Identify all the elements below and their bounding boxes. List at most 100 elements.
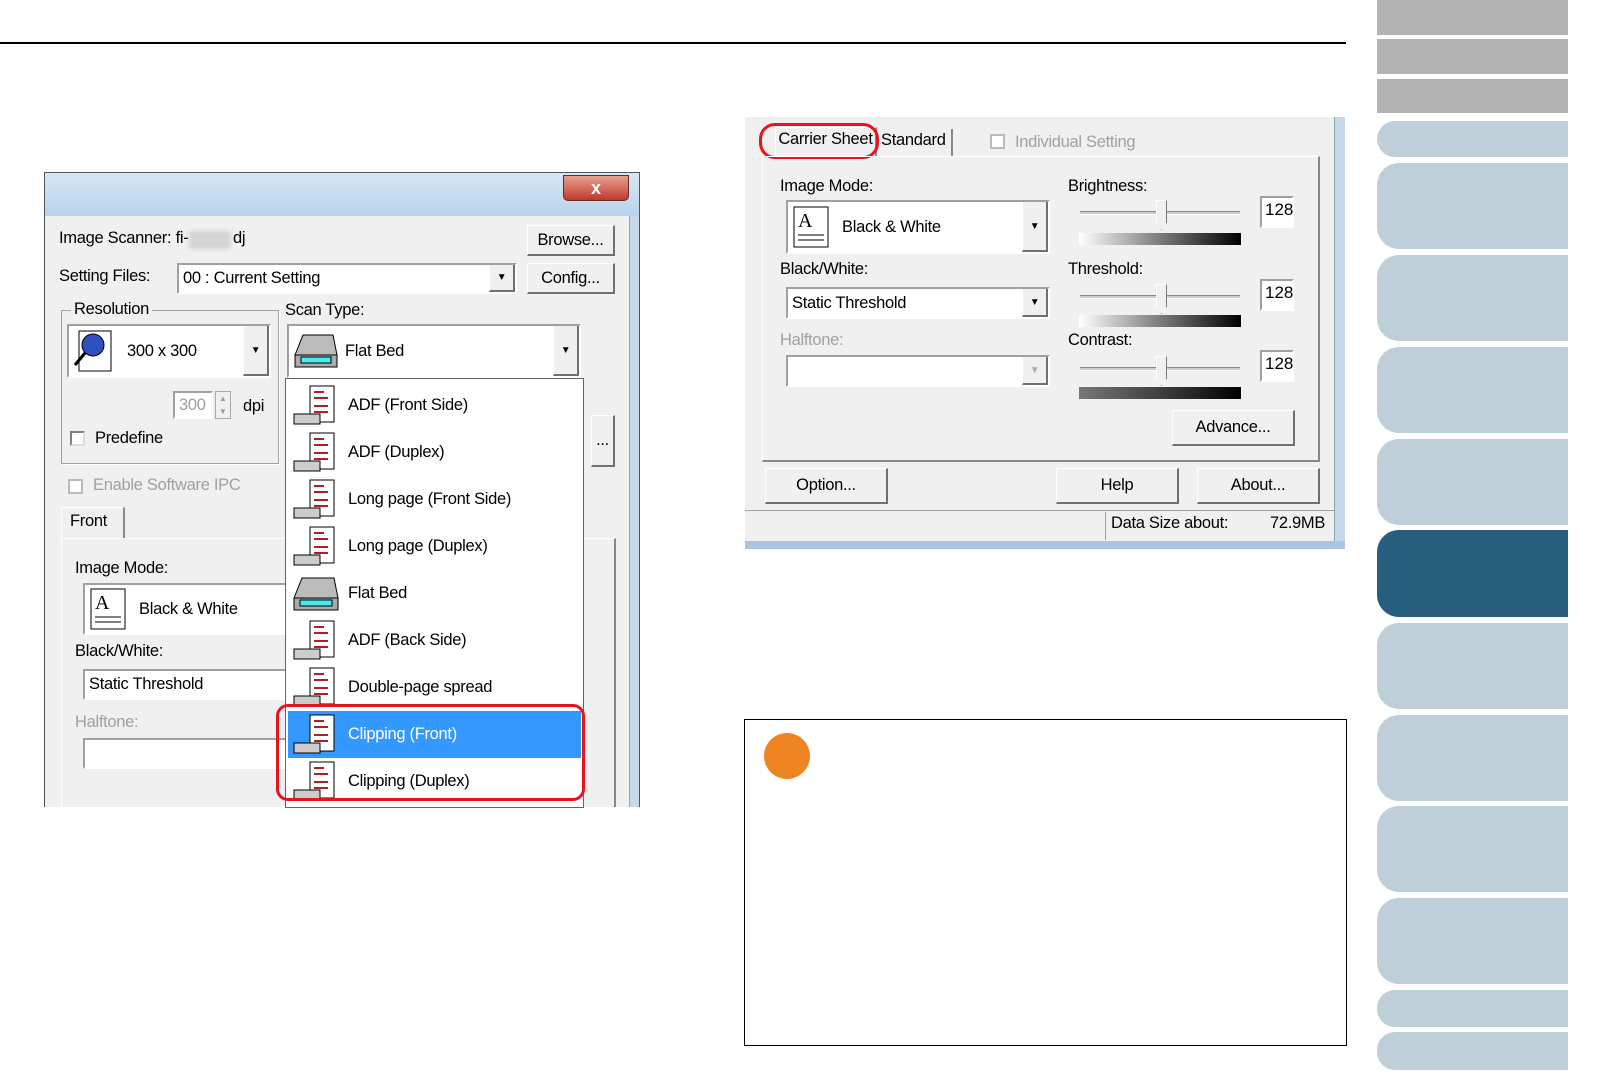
scan-type-option-label: Flat Bed: [348, 584, 408, 602]
header-rule: [0, 42, 1346, 44]
individual-setting-checkbox[interactable]: [990, 134, 1005, 149]
adf-back-icon: [293, 620, 335, 659]
dpi-label: dpi: [243, 397, 265, 415]
resolution-label: Resolution: [71, 300, 152, 319]
image-mode-label: Image Mode:: [75, 559, 169, 577]
chevron-down-icon[interactable]: ▼: [1022, 202, 1048, 252]
help-button[interactable]: Help: [1056, 468, 1179, 504]
nav-tab-7[interactable]: [1377, 623, 1568, 709]
scan-type-option[interactable]: ADF (Duplex): [288, 429, 581, 476]
scan-type-select[interactable]: Flat Bed ▼: [287, 324, 581, 378]
option-button[interactable]: Option...: [765, 468, 888, 504]
dpi-input[interactable]: 300: [173, 391, 213, 419]
scan-type-option[interactable]: ADF (Front Side): [288, 382, 581, 429]
threshold-label: Threshold:: [1068, 260, 1143, 278]
tab-standard-label: Standard: [881, 131, 946, 149]
enable-ipc-label: Enable Software IPC: [93, 476, 241, 494]
twain-dialog-carrier: Carrier Sheet Standard Individual Settin…: [745, 117, 1345, 549]
note-box: [744, 719, 1347, 1046]
browse-button[interactable]: Browse...: [527, 225, 615, 256]
highlight-callout: [276, 704, 585, 801]
scan-type-option[interactable]: ADF (Back Side): [288, 617, 581, 664]
chevron-down-icon[interactable]: ▼: [1022, 357, 1048, 385]
chevron-down-icon[interactable]: ▼: [489, 265, 515, 292]
scan-type-option[interactable]: Long page (Front Side): [288, 476, 581, 523]
tab-front[interactable]: Front: [61, 507, 125, 539]
contrast-gradient: [1079, 387, 1241, 399]
flatbed-icon: [294, 334, 338, 368]
scan-type-value: Flat Bed: [345, 341, 405, 360]
scan-type-option-label: ADF (Front Side): [348, 396, 468, 414]
image-mode-value: Black & White: [139, 599, 238, 618]
nav-tab-9[interactable]: [1377, 806, 1568, 892]
resolution-value: 300 x 300: [127, 341, 197, 360]
setting-files-value: 00 : Current Setting: [183, 269, 321, 287]
halftone-label: Halftone:: [75, 713, 139, 731]
data-size-value: 72.9MB: [1270, 514, 1326, 532]
advance-button[interactable]: Advance...: [1172, 410, 1295, 446]
tab-callout: [759, 123, 879, 159]
svg-text:A: A: [95, 592, 110, 614]
scan-type-option-label: Long page (Front Side): [348, 490, 512, 508]
nav-tab-12[interactable]: [1377, 1032, 1568, 1070]
nav-tab-4[interactable]: [1377, 347, 1568, 433]
contrast-label: Contrast:: [1068, 331, 1133, 349]
double-page-icon: [293, 667, 335, 706]
bw-label: Black/White:: [780, 260, 869, 278]
close-button[interactable]: x: [563, 175, 629, 201]
nav-tab-2[interactable]: [1377, 163, 1568, 249]
halftone-select[interactable]: ▼: [786, 355, 1050, 387]
scan-type-label: Scan Type:: [285, 301, 365, 319]
nav-top-3[interactable]: [1377, 79, 1568, 113]
nav-top-2[interactable]: [1377, 39, 1568, 74]
tab-standard[interactable]: Standard: [877, 129, 953, 157]
predefine-checkbox[interactable]: [70, 431, 85, 446]
predefine-label: Predefine: [95, 429, 163, 447]
bw-label: Black/White:: [75, 642, 164, 660]
redacted-model: [189, 231, 231, 249]
nav-tab-11[interactable]: [1377, 990, 1568, 1027]
note-icon: [764, 733, 810, 779]
dpi-stepper[interactable]: ▲ ▼: [215, 391, 231, 419]
nav-tab-active[interactable]: [1377, 530, 1568, 617]
image-mode-select[interactable]: A Black & White: [83, 583, 303, 635]
enable-ipc-checkbox[interactable]: [68, 479, 83, 494]
more-button[interactable]: ...: [591, 415, 615, 467]
about-button[interactable]: About...: [1197, 468, 1320, 504]
black-white-icon: A: [90, 588, 126, 630]
resolution-select[interactable]: 300 x 300 ▼: [67, 324, 271, 378]
halftone-select[interactable]: [83, 738, 303, 769]
nav-tab-1[interactable]: [1377, 121, 1568, 157]
brightness-label: Brightness:: [1068, 177, 1148, 195]
brightness-value[interactable]: 128: [1260, 196, 1294, 228]
scan-type-option-label: ADF (Back Side): [348, 631, 467, 649]
black-white-icon: A: [793, 206, 829, 248]
nav-tab-10[interactable]: [1377, 898, 1568, 984]
chevron-down-icon[interactable]: ▼: [1022, 289, 1048, 317]
image-mode-label: Image Mode:: [780, 177, 874, 195]
threshold-value[interactable]: 128: [1260, 279, 1294, 311]
scan-type-option[interactable]: Long page (Duplex): [288, 523, 581, 570]
threshold-gradient: [1079, 315, 1241, 327]
scan-type-option[interactable]: Flat Bed: [288, 570, 581, 617]
brightness-gradient: [1079, 233, 1241, 245]
setting-files-select[interactable]: 00 : Current Setting ▼: [177, 263, 517, 294]
bw-select[interactable]: Static Threshold ▼: [786, 287, 1050, 319]
tab-front-label: Front: [70, 512, 108, 530]
nav-tab-3[interactable]: [1377, 255, 1568, 341]
scan-type-option-label: Long page (Duplex): [348, 537, 488, 555]
flatbed-icon: [293, 577, 339, 610]
nav-tab-5[interactable]: [1377, 439, 1568, 525]
contrast-value[interactable]: 128: [1260, 350, 1294, 382]
chevron-down-icon[interactable]: ▼: [243, 326, 269, 376]
nav-tab-8[interactable]: [1377, 715, 1568, 801]
bw-select[interactable]: Static Threshold: [83, 669, 303, 700]
long-page-front-icon: [293, 479, 335, 518]
chevron-down-icon[interactable]: ▼: [553, 326, 579, 376]
svg-text:A: A: [798, 210, 813, 232]
nav-top-1[interactable]: [1377, 0, 1568, 35]
long-page-duplex-icon: [293, 526, 335, 565]
image-mode-select[interactable]: A Black & White ▼: [786, 200, 1050, 254]
halftone-label: Halftone:: [780, 331, 844, 349]
config-button[interactable]: Config...: [527, 263, 615, 294]
